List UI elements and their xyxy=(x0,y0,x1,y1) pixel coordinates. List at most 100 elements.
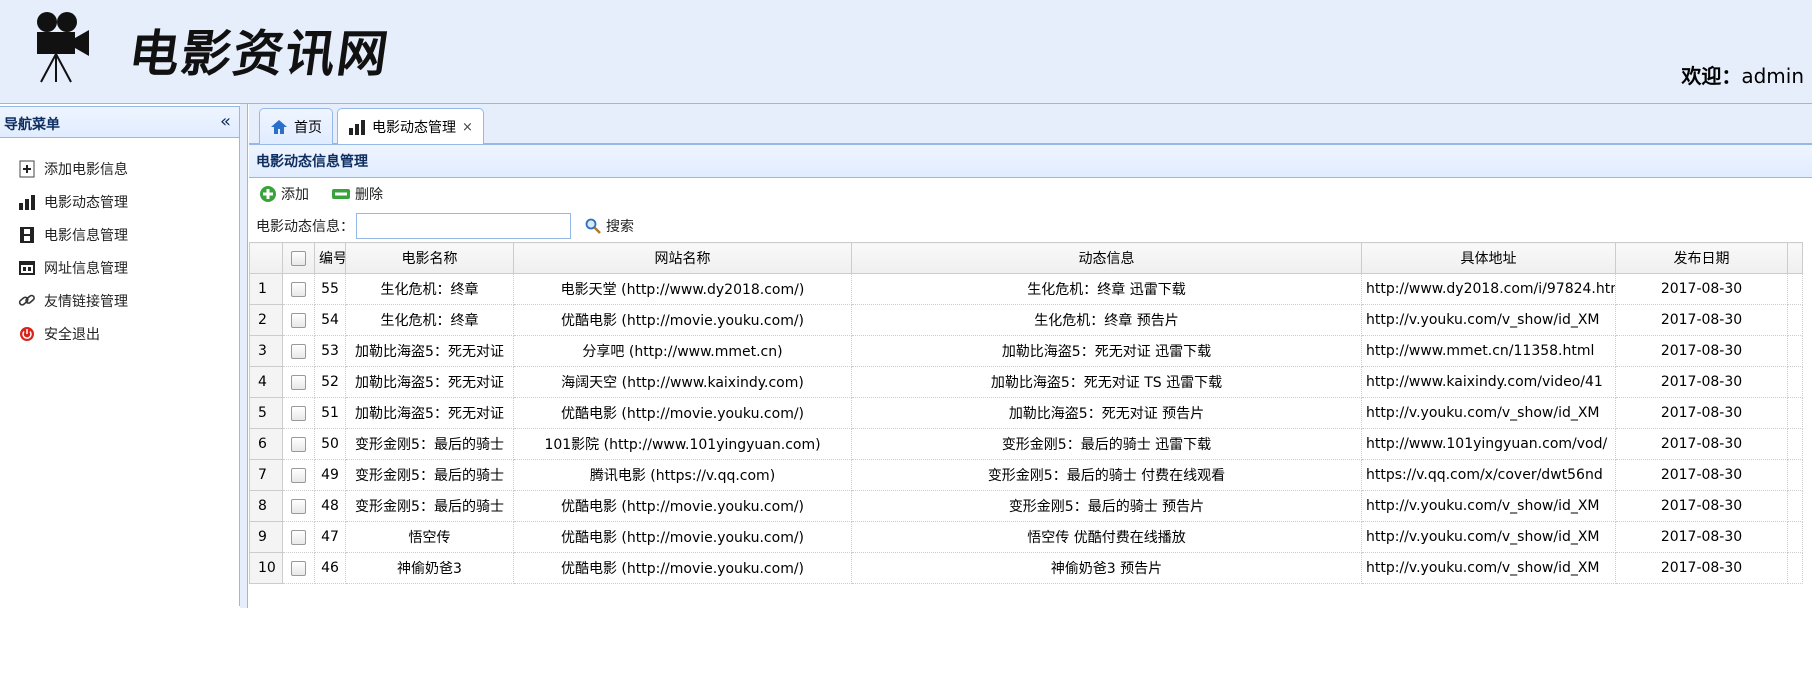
tab-movie-news[interactable]: 电影动态管理 × xyxy=(337,108,484,145)
id-cell: 49 xyxy=(314,459,346,491)
url-cell: http://v.youku.com/v_show/id_XM xyxy=(1361,490,1616,522)
table-row[interactable]: 8 48 变形金刚5：最后的骑士 优酷电影 (http://movie.youku.c… xyxy=(249,490,1803,522)
table-row[interactable]: 9 47 悟空传 优酷电影 (http://movie.youku.com/) 悟空传 … xyxy=(249,521,1803,553)
row-checkbox[interactable] xyxy=(291,529,306,545)
sidebar-item-friend-links[interactable]: 友情链接管理 xyxy=(0,284,239,317)
search-input[interactable] xyxy=(356,212,571,239)
row-filler-cell xyxy=(1787,366,1803,398)
row-checkbox[interactable] xyxy=(291,498,306,514)
table-row[interactable]: 10 46 神偷奶爸3 优酷电影 (http://movie.youku.com/) 神… xyxy=(249,552,1803,584)
bar-chart-icon xyxy=(16,192,38,212)
delete-button-label: 删除 xyxy=(355,186,383,203)
sidebar-item-label: 友情链接管理 xyxy=(44,293,128,310)
add-button[interactable]: 添加 xyxy=(259,184,309,204)
id-cell: 53 xyxy=(314,335,346,367)
url-cell: http://v.youku.com/v_show/id_XM xyxy=(1361,397,1616,429)
url-cell: http://www.101yingyuan.com/vod/ xyxy=(1361,428,1616,460)
url-cell: http://www.dy2018.com/i/97824.html xyxy=(1361,273,1616,305)
sidebar-item-logout[interactable]: 安全退出 xyxy=(0,317,239,350)
table-row[interactable]: 3 53 加勒比海盗5：死无对证 分享吧 (http://www.mmet.cn) 加勒… xyxy=(249,335,1803,367)
welcome-text: 欢迎：admin xyxy=(1681,60,1804,89)
table-header-row: 编号 电影名称 网站名称 动态信息 具体地址 发布日期 xyxy=(249,242,1803,274)
row-checkbox[interactable] xyxy=(291,312,306,328)
row-number-cell: 3 xyxy=(249,335,283,367)
movie-name-cell: 生化危机：终章 xyxy=(345,273,514,305)
movie-name-cell: 加勒比海盗5：死无对证 xyxy=(345,397,514,429)
sidebar-item-movie-info[interactable]: 电影信息管理 xyxy=(0,218,239,251)
row-checkbox[interactable] xyxy=(291,436,306,452)
search-bar: 电影动态信息： 搜索 xyxy=(249,209,1812,242)
row-checkbox-cell xyxy=(282,521,315,553)
column-header-site[interactable]: 网站名称 xyxy=(513,242,852,274)
close-icon[interactable]: × xyxy=(462,120,473,135)
news-info-cell: 加勒比海盗5：死无对证 TS 迅雷下载 xyxy=(851,366,1362,398)
row-checkbox-cell xyxy=(282,552,315,584)
select-all-header xyxy=(282,242,315,274)
row-filler-cell xyxy=(1787,304,1803,336)
id-cell: 52 xyxy=(314,366,346,398)
row-filler-cell xyxy=(1787,397,1803,429)
row-checkbox[interactable] xyxy=(291,374,306,390)
column-header-info[interactable]: 动态信息 xyxy=(851,242,1362,274)
sidebar-item-add-movie[interactable]: 添加电影信息 xyxy=(0,152,239,185)
site-name-cell: 电影天堂 (http://www.dy2018.com/) xyxy=(513,273,852,305)
row-checkbox[interactable] xyxy=(291,343,306,359)
column-header-date[interactable]: 发布日期 xyxy=(1615,242,1788,274)
exit-icon xyxy=(16,324,38,344)
row-checkbox[interactable] xyxy=(291,467,306,483)
row-checkbox-cell xyxy=(282,490,315,522)
site-name-cell: 分享吧 (http://www.mmet.cn) xyxy=(513,335,852,367)
table-row[interactable]: 4 52 加勒比海盗5：死无对证 海阔天空 (http://www.kaixindy.… xyxy=(249,366,1803,398)
news-info-cell: 加勒比海盗5：死无对证 迅雷下载 xyxy=(851,335,1362,367)
movie-name-cell: 神偷奶爸3 xyxy=(345,552,514,584)
row-filler-cell xyxy=(1787,428,1803,460)
column-header-movie[interactable]: 电影名称 xyxy=(345,242,514,274)
table-row[interactable]: 1 55 生化危机：终章 电影天堂 (http://www.dy2018.com/) 生… xyxy=(249,273,1803,305)
table-row[interactable]: 5 51 加勒比海盗5：死无对证 优酷电影 (http://movie.youku.c… xyxy=(249,397,1803,429)
table-row[interactable]: 6 50 变形金刚5：最后的骑士 101影院 (http://www.101yingy… xyxy=(249,428,1803,460)
date-cell: 2017-08-30 xyxy=(1615,521,1788,553)
welcome-label: 欢迎： xyxy=(1681,64,1742,88)
id-cell: 46 xyxy=(314,552,346,584)
collapse-left-icon[interactable]: « xyxy=(220,111,231,132)
news-info-cell: 悟空传 优酷付费在线播放 xyxy=(851,521,1362,553)
site-name-cell: 优酷电影 (http://movie.youku.com/) xyxy=(513,521,852,553)
row-number-cell: 10 xyxy=(249,552,283,584)
site-name-cell: 腾讯电影 (https://v.qq.com) xyxy=(513,459,852,491)
column-header-url[interactable]: 具体地址 xyxy=(1361,242,1616,274)
sidebar-item-movie-news[interactable]: 电影动态管理 xyxy=(0,185,239,218)
tab-home[interactable]: 首页 xyxy=(259,108,333,144)
add-file-icon xyxy=(16,159,38,179)
select-all-checkbox[interactable] xyxy=(291,250,306,266)
table-body: 1 55 生化危机：终章 电影天堂 (http://www.dy2018.com/) 生… xyxy=(249,273,1803,584)
delete-button[interactable]: 删除 xyxy=(331,184,383,204)
sidebar-title: 导航菜单 xyxy=(4,117,60,133)
row-checkbox[interactable] xyxy=(291,281,306,297)
film-icon xyxy=(16,225,38,245)
column-header-id[interactable]: 编号 xyxy=(314,242,346,274)
layout-divider[interactable] xyxy=(240,104,248,608)
table-row[interactable]: 7 49 变形金刚5：最后的骑士 腾讯电影 (https://v.qq.com) 变形金… xyxy=(249,459,1803,491)
row-checkbox[interactable] xyxy=(291,405,306,421)
news-info-cell: 变形金刚5：最后的骑士 付费在线观看 xyxy=(851,459,1362,491)
movie-name-cell: 悟空传 xyxy=(345,521,514,553)
row-checkbox[interactable] xyxy=(291,560,306,576)
news-info-cell: 变形金刚5：最后的骑士 迅雷下载 xyxy=(851,428,1362,460)
row-checkbox-cell xyxy=(282,459,315,491)
site-name-cell: 优酷电影 (http://movie.youku.com/) xyxy=(513,552,852,584)
news-info-cell: 生化危机：终章 迅雷下载 xyxy=(851,273,1362,305)
url-cell: http://v.youku.com/v_show/id_XM xyxy=(1361,552,1616,584)
sidebar-item-url-info[interactable]: 网址信息管理 xyxy=(0,251,239,284)
film-camera-icon xyxy=(37,12,89,83)
movie-name-cell: 变形金刚5：最后的骑士 xyxy=(345,459,514,491)
site-name-cell: 优酷电影 (http://movie.youku.com/) xyxy=(513,490,852,522)
row-number-cell: 4 xyxy=(249,366,283,398)
table-row[interactable]: 2 54 生化危机：终章 优酷电影 (http://movie.youku.com/)… xyxy=(249,304,1803,336)
movie-name-cell: 加勒比海盗5：死无对证 xyxy=(345,335,514,367)
row-filler-cell xyxy=(1787,490,1803,522)
row-checkbox-cell xyxy=(282,366,315,398)
header-filler xyxy=(1787,242,1803,274)
search-button[interactable]: 搜索 xyxy=(585,216,634,236)
date-cell: 2017-08-30 xyxy=(1615,304,1788,336)
sidebar-item-label: 电影信息管理 xyxy=(44,227,128,244)
